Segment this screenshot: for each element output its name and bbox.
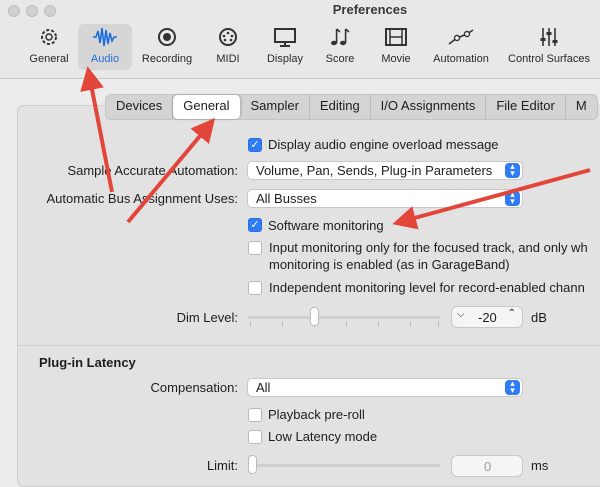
dim-level-label: Dim Level: — [176, 310, 238, 325]
software-monitoring-label: Software monitoring — [268, 218, 384, 233]
toolbar-midi[interactable]: MIDI — [204, 24, 252, 70]
toolbar-automation[interactable]: Automation — [428, 24, 494, 70]
low-latency-checkbox[interactable] — [248, 430, 262, 444]
dim-level-stepper[interactable]: ⌵ -20 ⌃ — [451, 306, 523, 328]
toolbar-label: Display — [266, 53, 304, 65]
music-notes-icon — [318, 24, 362, 50]
chevron-up-down-icon: ▴ ▾ — [505, 162, 520, 178]
dim-level-unit: dB — [531, 310, 547, 325]
plugin-latency-title: Plug-in Latency — [39, 355, 136, 370]
toolbar-label: MIDI — [216, 53, 240, 65]
toolbar-label: Control Surfaces — [508, 53, 590, 65]
dim-level-slider-knob[interactable] — [310, 307, 319, 326]
toolbar-recording[interactable]: Recording — [138, 24, 196, 70]
window-titlebar: Preferences General Audio Recording MIDI… — [0, 0, 600, 79]
toolbar-label: General — [29, 53, 69, 65]
tab-devices[interactable]: Devices — [106, 95, 174, 119]
film-icon — [372, 24, 420, 50]
bus-assignment-label: Automatic Bus Assignment Uses: — [46, 191, 238, 206]
toolbar-general[interactable]: General — [22, 24, 76, 70]
limit-slider[interactable] — [248, 464, 440, 467]
chevron-up-icon[interactable]: ⌃ — [508, 308, 516, 319]
compensation-label: Compensation: — [150, 380, 238, 395]
dim-level-slider[interactable] — [248, 316, 440, 319]
sample-accurate-value: Volume, Pan, Sends, Plug-in Parameters — [256, 163, 493, 178]
input-monitoring-label-line1: Input monitoring only for the focused tr… — [269, 240, 588, 255]
slider-tick — [378, 321, 379, 327]
sample-accurate-label: Sample Accurate Automation: — [67, 163, 238, 178]
bus-assignment-value: All Busses — [256, 191, 317, 206]
independent-monitoring-checkbox[interactable] — [248, 281, 262, 295]
midi-port-icon — [204, 24, 252, 50]
compensation-select[interactable]: All ▴ ▾ — [247, 378, 523, 397]
toolbar-display[interactable]: Display — [260, 24, 310, 70]
display-overload-checkbox[interactable]: ✓ — [248, 138, 262, 152]
toolbar-movie[interactable]: Movie — [372, 24, 420, 70]
sliders-icon — [502, 24, 596, 50]
window-title: Preferences — [332, 2, 408, 17]
gear-icon — [22, 24, 76, 50]
limit-value: 0 — [484, 459, 492, 474]
toolbar-control-surfaces[interactable]: Control Surfaces — [502, 24, 596, 70]
tab-sampler[interactable]: Sampler — [241, 95, 310, 119]
monitor-icon — [260, 24, 310, 50]
tab-file-editor[interactable]: File Editor — [486, 95, 566, 119]
toolbar-label: Score — [325, 53, 355, 65]
limit-slider-knob[interactable] — [248, 455, 257, 474]
record-icon — [138, 24, 196, 50]
toolbar-score[interactable]: Score — [318, 24, 362, 70]
tab-editing[interactable]: Editing — [310, 95, 371, 119]
display-overload-label: Display audio engine overload message — [268, 137, 499, 152]
bus-assignment-select[interactable]: All Busses ▴ ▾ — [247, 189, 523, 208]
limit-label: Limit: — [206, 458, 238, 473]
low-latency-label: Low Latency mode — [268, 429, 378, 444]
toolbar-label: Recording — [141, 53, 193, 65]
limit-unit: ms — [531, 458, 549, 473]
compensation-value: All — [256, 380, 271, 395]
slider-tick — [250, 321, 251, 327]
limit-stepper[interactable]: 0 — [451, 455, 523, 477]
input-monitoring-checkbox[interactable] — [248, 241, 262, 255]
tab-general[interactable]: General — [173, 95, 241, 119]
slider-tick — [410, 321, 411, 327]
independent-monitoring-label: Independent monitoring level for record-… — [269, 280, 585, 295]
tab-bar: Devices General Sampler Editing I/O Assi… — [105, 94, 598, 120]
tab-io-assignments[interactable]: I/O Assignments — [371, 95, 487, 119]
waveform-icon — [78, 24, 132, 50]
toolbar-label: Movie — [381, 53, 411, 65]
tab-m-truncated[interactable]: M — [566, 95, 597, 119]
slider-tick — [346, 321, 347, 327]
section-divider — [18, 345, 600, 346]
toolbar-audio[interactable]: Audio — [78, 24, 132, 70]
chevron-up-down-icon: ▴ ▾ — [505, 379, 520, 395]
automation-curve-icon — [428, 24, 494, 50]
slider-tick — [438, 321, 439, 327]
chevron-down-icon[interactable]: ⌵ — [457, 309, 465, 320]
playback-preroll-label: Playback pre-roll — [268, 407, 365, 422]
chevron-up-down-icon: ▴ ▾ — [505, 190, 520, 206]
playback-preroll-checkbox[interactable] — [248, 408, 262, 422]
toolbar-label: Audio — [90, 53, 120, 65]
toolbar-label: Automation — [433, 53, 489, 65]
dim-level-value: -20 — [478, 310, 497, 325]
input-monitoring-label-line2: monitoring is enabled (as in GarageBand) — [269, 257, 510, 272]
slider-tick — [282, 321, 283, 327]
sample-accurate-select[interactable]: Volume, Pan, Sends, Plug-in Parameters ▴… — [247, 161, 523, 180]
software-monitoring-checkbox[interactable]: ✓ — [248, 218, 262, 232]
